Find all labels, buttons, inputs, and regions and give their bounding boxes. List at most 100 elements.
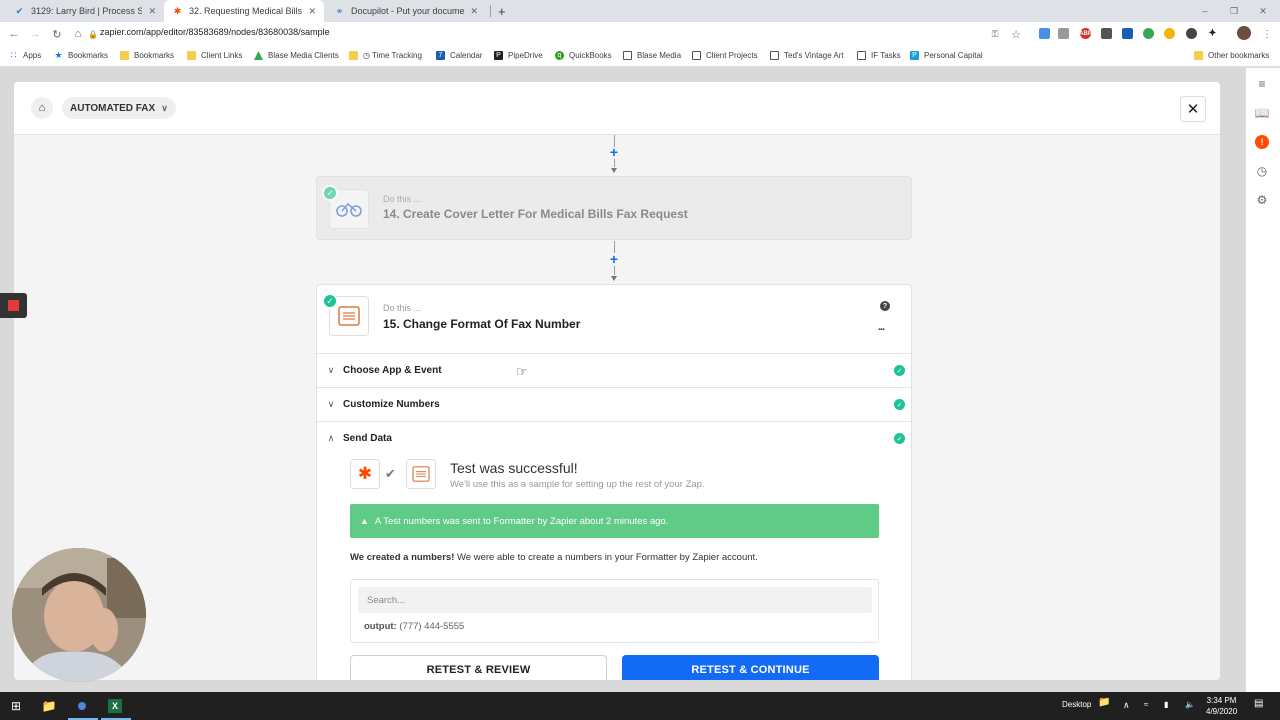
close-editor-button[interactable]: ✕ bbox=[1180, 96, 1206, 122]
formatter-icon bbox=[412, 466, 430, 482]
connector-arrow bbox=[611, 168, 617, 173]
back-icon[interactable]: ← bbox=[5, 25, 23, 43]
outline-icon[interactable]: ≡ bbox=[1252, 74, 1272, 94]
add-step-plus-icon[interactable]: + bbox=[608, 251, 620, 267]
network-icon[interactable]: ≈ bbox=[1144, 700, 1148, 709]
connector-line bbox=[614, 159, 615, 167]
tab-close-icon[interactable]: ✕ bbox=[470, 6, 478, 17]
section-send-data[interactable]: ∧ Send Data ✓ bbox=[317, 421, 911, 455]
search-input[interactable] bbox=[358, 587, 872, 613]
volume-icon[interactable]: 🔈 bbox=[1185, 700, 1195, 709]
window-close-icon[interactable]: ✕ bbox=[1249, 0, 1277, 22]
trello-icon bbox=[770, 51, 779, 60]
extension-icon[interactable]: ✦ bbox=[1207, 28, 1218, 39]
tab-close-icon[interactable]: ✕ bbox=[148, 6, 156, 17]
step-15-card: ✓ Do this ... 15. Change Format Of Fax N… bbox=[316, 284, 912, 680]
add-step-plus-icon[interactable]: + bbox=[608, 144, 620, 160]
personal-capital-icon: P bbox=[910, 51, 919, 60]
bookmark-client-links[interactable]: Client Links bbox=[187, 51, 242, 60]
restore-icon[interactable]: ❐ bbox=[1220, 0, 1248, 22]
recording-stop-icon[interactable] bbox=[0, 293, 27, 318]
browser-toolbar: ← → ↻ ⌂ 🔒 zapier.com/app/editor/83583689… bbox=[0, 22, 1280, 46]
tab-docupilot[interactable]: ⚭ Docupilot - Put your document o... ✕ bbox=[326, 0, 486, 22]
tab-close-icon[interactable]: ✕ bbox=[308, 6, 316, 17]
extension-icon[interactable] bbox=[1039, 28, 1050, 39]
bookmarks-bar: ∷ Apps ★ Bookmarks Bookmarks Client Links … bbox=[0, 46, 1280, 67]
output-field: output: (777) 444-5555 bbox=[364, 621, 465, 632]
created-message: We created a numbers! We were able to cr… bbox=[350, 552, 758, 563]
clock[interactable]: 3:34 PM 4/9/2020 bbox=[1206, 695, 1237, 717]
bookmark-blase-media-clients[interactable]: Blase Media Clients bbox=[254, 51, 339, 60]
bookmark-quickbooks[interactable]: q QuickBooks bbox=[555, 51, 612, 60]
bookmark-calendar[interactable]: 7 Calendar bbox=[436, 51, 482, 60]
drive-icon bbox=[254, 51, 263, 60]
tab-zapier-editor[interactable]: ✱ 32. Requesting Medical Bills | Za... ✕ bbox=[164, 0, 324, 22]
bookmark-star-icon[interactable]: ☆ bbox=[1007, 25, 1025, 43]
formatter-app-icon bbox=[406, 459, 436, 489]
bookmark-other[interactable]: Other bookmarks bbox=[1194, 51, 1269, 60]
extension-icon[interactable] bbox=[1164, 28, 1175, 39]
reload-icon[interactable]: ↻ bbox=[48, 25, 66, 43]
test-sent-banner: ▲ A Test numbers was sent to Formatter b… bbox=[350, 504, 879, 538]
section-choose-app-event[interactable]: ∨ Choose App & Event ✓ bbox=[317, 353, 911, 387]
tab-process-street[interactable]: ✔ 3129: Larry Bird | Process Street ✕ bbox=[6, 0, 164, 22]
clock-icon: ◷ bbox=[363, 51, 370, 60]
pipedrive-icon: P bbox=[494, 51, 503, 60]
house-icon: ⌂ bbox=[38, 102, 46, 114]
minimize-icon[interactable]: – bbox=[1191, 0, 1219, 22]
chrome-icon[interactable] bbox=[72, 696, 92, 716]
extension-icon[interactable] bbox=[1122, 28, 1133, 39]
extension-icon[interactable] bbox=[1101, 28, 1112, 39]
zap-name-dropdown[interactable]: AUTOMATED FAX ∨ bbox=[62, 97, 176, 119]
alert-icon[interactable]: ! bbox=[1252, 132, 1272, 152]
key-icon[interactable]: ⚿ bbox=[986, 25, 1004, 43]
step-14-card[interactable]: ✓ Do this ... 14. Create Cover Letter Fo… bbox=[316, 176, 912, 240]
bookmark-personal-capital[interactable]: P Personal Capital bbox=[910, 51, 983, 60]
docupilot-icon: ⚭ bbox=[335, 5, 344, 16]
address-bar[interactable]: zapier.com/app/editor/83583689/nodes/836… bbox=[100, 27, 330, 37]
bookmark-blase-media[interactable]: Blase Media bbox=[623, 51, 681, 60]
more-options-icon[interactable]: ... bbox=[878, 321, 885, 333]
tray-expand-icon[interactable]: ∧ bbox=[1123, 700, 1130, 711]
extension-icon[interactable] bbox=[1143, 28, 1154, 39]
retest-review-button[interactable]: RETEST & REVIEW bbox=[350, 655, 607, 680]
retest-continue-button[interactable]: RETEST & CONTINUE bbox=[622, 655, 879, 680]
adblock-icon[interactable]: ABP bbox=[1079, 28, 1092, 39]
forward-icon[interactable]: → bbox=[26, 25, 44, 43]
extension-icon[interactable] bbox=[1186, 28, 1197, 39]
notification-folder-icon[interactable]: 📁 bbox=[1098, 697, 1110, 708]
history-icon[interactable]: ◷ bbox=[1252, 161, 1272, 181]
check-icon: ✓ bbox=[894, 399, 905, 410]
browser-tab-strip: ✔ 3129: Larry Bird | Process Street ✕ ✱ … bbox=[0, 0, 1280, 22]
battery-icon[interactable]: ▮ bbox=[1164, 700, 1168, 709]
excel-icon[interactable]: X bbox=[105, 696, 125, 716]
new-tab-button[interactable]: + bbox=[490, 0, 510, 22]
windows-start-icon[interactable]: ⊞ bbox=[6, 696, 26, 716]
star-icon: ★ bbox=[54, 50, 63, 60]
modal-header: ⌂ AUTOMATED FAX ∨ ✕ bbox=[14, 82, 1220, 135]
bookmark-pipedrive[interactable]: P PipeDrive bbox=[494, 51, 543, 60]
bookmark-bookmarks[interactable]: ★ Bookmarks bbox=[54, 50, 108, 60]
quickbooks-icon: q bbox=[555, 51, 564, 60]
file-explorer-icon[interactable]: 📁 bbox=[39, 696, 59, 716]
bookmark-apps[interactable]: ∷ Apps bbox=[9, 50, 42, 60]
webcam-person-image bbox=[12, 548, 146, 682]
action-center-icon[interactable]: ▤ bbox=[1254, 698, 1263, 709]
bookmark-if-tasks[interactable]: IF Tasks bbox=[857, 51, 901, 60]
bookmark-folder[interactable]: Bookmarks bbox=[120, 51, 174, 60]
bookmark-time-tracking[interactable]: ◷ Time Tracking bbox=[349, 51, 422, 60]
bookmark-client-projects[interactable]: Client Projects bbox=[692, 51, 758, 60]
book-icon[interactable]: 📖 bbox=[1252, 103, 1272, 123]
home-button[interactable]: ⌂ bbox=[31, 97, 53, 119]
profile-avatar[interactable] bbox=[1237, 26, 1251, 40]
settings-gear-icon[interactable]: ⚙ bbox=[1252, 190, 1272, 210]
connector-line bbox=[614, 266, 615, 275]
folder-icon bbox=[1194, 51, 1203, 60]
help-icon[interactable]: ? bbox=[880, 301, 890, 311]
desktop-toolbar-label[interactable]: Desktop bbox=[1062, 700, 1091, 709]
bookmark-teds-vintage-art[interactable]: Ted's Vintage Art bbox=[770, 51, 844, 60]
menu-dots-icon[interactable]: ⋮ bbox=[1258, 25, 1276, 43]
extension-icon[interactable] bbox=[1058, 28, 1069, 39]
section-customize-numbers[interactable]: ∨ Customize Numbers ✓ bbox=[317, 387, 911, 421]
step-14-title: 14. Create Cover Letter For Medical Bill… bbox=[383, 207, 688, 221]
